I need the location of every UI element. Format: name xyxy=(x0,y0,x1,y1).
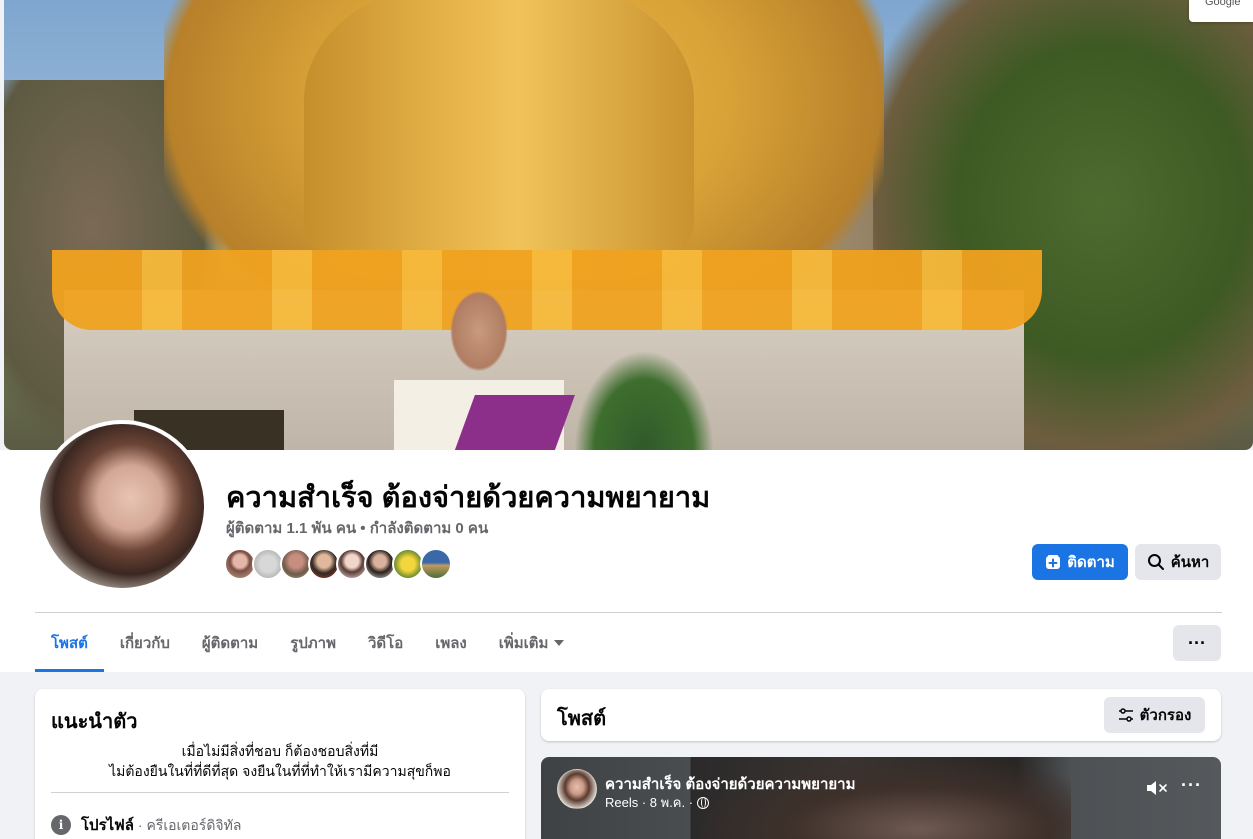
tab-about[interactable]: เกี่ยวกับ xyxy=(104,614,186,672)
profile-category: · ครีเอเตอร์ดิจิทัล xyxy=(134,817,242,833)
reel-meta-text: Reels · 8 พ.ค. · xyxy=(605,795,694,810)
tab-label: เพิ่มเติม xyxy=(498,635,549,652)
follower-count[interactable]: ผู้ติดตาม 1.1 พัน คน • กำลังติดตาม 0 คน xyxy=(226,516,488,540)
cover-buddha-body xyxy=(304,0,694,280)
avatar xyxy=(40,424,204,588)
caret-down-icon xyxy=(554,640,565,646)
author-avatar[interactable] xyxy=(557,769,597,809)
header-divider xyxy=(35,612,1222,613)
globe-icon xyxy=(697,796,710,809)
cover-plant xyxy=(574,350,714,450)
tab-label: เกี่ยวกับ xyxy=(119,635,170,652)
profile-tabs: โพสต์ เกี่ยวกับ ผู้ติดตาม รูปภาพ วิดีโอ … xyxy=(35,614,580,672)
bio-line: ไม่ต้องยืนในที่ที่ดีที่สุด จงยืนในที่ที่… xyxy=(109,763,451,779)
follower-avatar[interactable] xyxy=(420,548,452,580)
reel-meta: Reels · 8 พ.ค. · xyxy=(605,792,710,813)
follower-avatars[interactable] xyxy=(224,548,452,580)
posts-header-card: โพสต์ ตัวกรอง xyxy=(541,689,1221,741)
tab-posts[interactable]: โพสต์ xyxy=(35,614,104,672)
tab-photos[interactable]: รูปภาพ xyxy=(274,614,352,672)
info-icon: i xyxy=(51,815,71,835)
more-icon: ··· xyxy=(1188,632,1206,653)
tab-music[interactable]: เพลง xyxy=(419,614,483,672)
follow-plus-icon xyxy=(1046,555,1061,569)
cover-sash xyxy=(453,395,575,450)
reel-more-button[interactable]: ··· xyxy=(1181,775,1202,796)
tab-label: รูปภาพ xyxy=(290,635,336,652)
profile-category-row: i โปรไฟล์ · ครีเอเตอร์ดิจิทัล xyxy=(51,813,241,837)
filter-button-label: ตัวกรอง xyxy=(1139,707,1192,724)
follow-button[interactable]: ติดตาม xyxy=(1032,544,1128,580)
intro-divider xyxy=(51,792,509,793)
tab-label: เพลง xyxy=(435,635,467,652)
intro-title: แนะนำตัว xyxy=(51,711,138,733)
posts-title: โพสต์ xyxy=(557,708,607,730)
intro-card: แนะนำตัว เมื่อไม่มีสิ่งที่ชอบ ก็ต้องชอบส… xyxy=(35,689,525,839)
page-title: ความสำเร็จ ต้องจ่ายด้วยความพยายาม xyxy=(226,482,711,514)
mute-icon[interactable] xyxy=(1146,779,1168,797)
profile-picture[interactable] xyxy=(36,420,208,592)
tab-more[interactable]: เพิ่มเติม xyxy=(483,614,581,672)
search-button[interactable]: ค้นหา xyxy=(1135,544,1221,580)
intro-bio: เมื่อไม่มีสิ่งที่ชอบ ก็ต้องชอบสิ่งที่มี … xyxy=(51,741,509,781)
cover-photo[interactable]: Google xyxy=(4,0,1253,450)
bio-line: เมื่อไม่มีสิ่งที่ชอบ ก็ต้องชอบสิ่งที่มี xyxy=(181,743,379,759)
tab-followers[interactable]: ผู้ติดตาม xyxy=(186,614,274,672)
more-options-button[interactable]: ··· xyxy=(1173,625,1221,661)
follow-button-label: ติดตาม xyxy=(1067,554,1115,571)
filter-sliders-icon xyxy=(1118,708,1133,722)
tab-label: ผู้ติดตาม xyxy=(201,635,259,652)
reel-thumbnail xyxy=(691,757,1071,839)
filter-button[interactable]: ตัวกรอง xyxy=(1104,697,1205,733)
reel-post[interactable]: ความสำเร็จ ต้องจ่ายด้วยความพยายาม Reels … xyxy=(541,757,1221,839)
tab-label: โพสต์ xyxy=(51,635,88,652)
tab-label: วิดีโอ xyxy=(367,635,404,652)
search-icon xyxy=(1147,554,1164,570)
profile-label: โปรไฟล์ xyxy=(81,817,134,834)
tab-videos[interactable]: วิดีโอ xyxy=(352,614,419,672)
google-partial-button[interactable]: Google xyxy=(1189,0,1253,22)
search-button-label: ค้นหา xyxy=(1170,554,1210,571)
